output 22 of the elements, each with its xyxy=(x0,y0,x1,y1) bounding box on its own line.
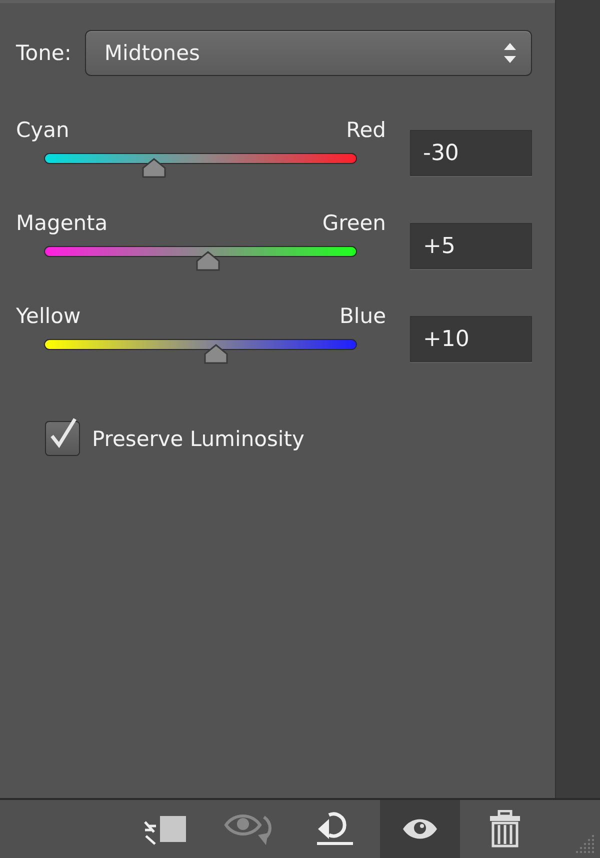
slider-right-label: Green xyxy=(322,210,386,236)
trash-icon xyxy=(488,810,522,848)
slider-right-label: Red xyxy=(346,117,386,143)
value-field[interactable]: +10 xyxy=(410,316,532,362)
up-down-arrows-icon xyxy=(503,42,517,64)
slider-left-label: Magenta xyxy=(16,210,108,236)
checkbox[interactable] xyxy=(45,421,80,456)
checkbox-label: Preserve Luminosity xyxy=(92,426,304,452)
toolbar-button[interactable] xyxy=(380,800,460,858)
checkmark-icon xyxy=(48,416,78,448)
eye-icon xyxy=(401,817,439,841)
reset-arrow-icon xyxy=(315,811,355,847)
slider-thumb[interactable] xyxy=(140,158,168,178)
tone-dropdown[interactable]: Midtones xyxy=(85,30,532,76)
slider-right-label: Blue xyxy=(340,303,386,329)
slider-left-label: Cyan xyxy=(16,117,70,143)
value-field[interactable]: -30 xyxy=(410,130,532,176)
value-field[interactable]: +5 xyxy=(410,223,532,269)
slider-thumb[interactable] xyxy=(194,251,222,271)
slider-thumb[interactable] xyxy=(202,344,230,364)
slider-left-label: Yellow xyxy=(16,303,81,329)
tone-label: Tone: xyxy=(16,40,72,66)
